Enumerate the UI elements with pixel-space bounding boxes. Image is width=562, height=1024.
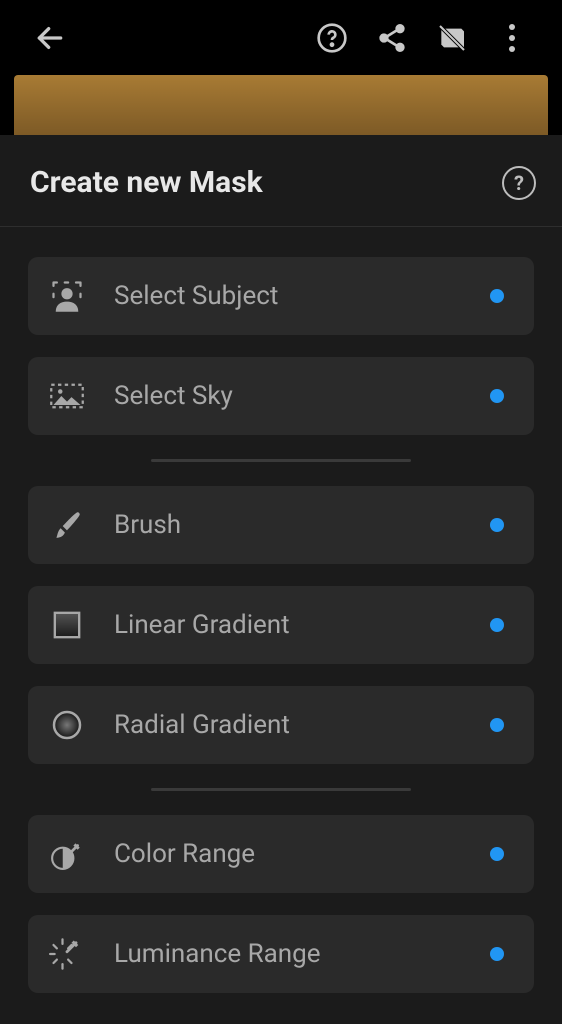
no-image-icon: [436, 22, 468, 54]
indicator-dot: [490, 289, 504, 303]
option-linear-gradient[interactable]: Linear Gradient: [28, 586, 534, 664]
divider: [151, 788, 411, 791]
no-image-button[interactable]: [422, 8, 482, 68]
more-vertical-icon: [509, 24, 515, 52]
option-radial-gradient[interactable]: Radial Gradient: [28, 686, 534, 764]
option-brush[interactable]: Brush: [28, 486, 534, 564]
arrow-left-icon: [34, 22, 66, 54]
option-label: Brush: [114, 510, 490, 540]
panel-header: Create new Mask ?: [0, 135, 562, 227]
panel-title: Create new Mask: [30, 165, 263, 200]
mask-options-list: Select Subject Select Sky: [0, 227, 562, 993]
indicator-dot: [490, 947, 504, 961]
option-select-sky[interactable]: Select Sky: [28, 357, 534, 435]
luminance-range-icon: [46, 933, 88, 975]
select-sky-icon: [46, 375, 88, 417]
brush-icon: [46, 504, 88, 546]
select-subject-icon: [46, 275, 88, 317]
radial-gradient-icon: [46, 704, 88, 746]
top-toolbar: [0, 0, 562, 75]
back-button[interactable]: [20, 8, 80, 68]
panel-help-button[interactable]: ?: [502, 166, 536, 200]
help-circle-icon: [316, 22, 348, 54]
option-luminance-range[interactable]: Luminance Range: [28, 915, 534, 993]
linear-gradient-icon: [46, 604, 88, 646]
option-label: Linear Gradient: [114, 610, 490, 640]
indicator-dot: [490, 389, 504, 403]
option-label: Select Sky: [114, 381, 490, 411]
indicator-dot: [490, 518, 504, 532]
option-select-subject[interactable]: Select Subject: [28, 257, 534, 335]
share-button[interactable]: [362, 8, 422, 68]
option-color-range[interactable]: Color Range: [28, 815, 534, 893]
option-label: Luminance Range: [114, 939, 490, 969]
option-label: Radial Gradient: [114, 710, 490, 740]
create-mask-panel: Create new Mask ? Select Subject: [0, 135, 562, 1024]
question-mark-icon: ?: [514, 171, 524, 195]
indicator-dot: [490, 847, 504, 861]
share-icon: [376, 22, 408, 54]
option-label: Select Subject: [114, 281, 490, 311]
photo-preview: [14, 75, 548, 135]
more-button[interactable]: [482, 8, 542, 68]
indicator-dot: [490, 618, 504, 632]
indicator-dot: [490, 718, 504, 732]
option-label: Color Range: [114, 839, 490, 869]
divider: [151, 459, 411, 462]
help-button[interactable]: [302, 8, 362, 68]
color-range-icon: [46, 833, 88, 875]
